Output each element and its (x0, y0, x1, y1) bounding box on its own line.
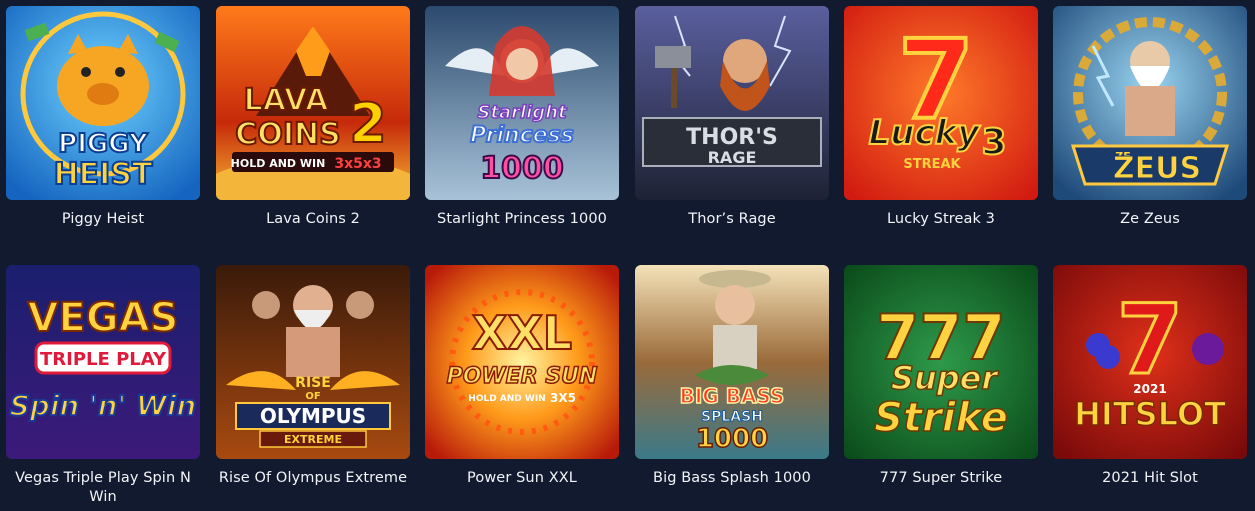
svg-text:OLYMPUS: OLYMPUS (260, 404, 366, 428)
game-title: Power Sun XXL (467, 470, 577, 486)
game-card-piggy-heist[interactable]: PIGGY HEIST Piggy Heist (6, 6, 200, 229)
svg-text:2021: 2021 (1133, 382, 1166, 396)
svg-text:1000: 1000 (480, 151, 564, 186)
svg-text:HEIST: HEIST (54, 157, 153, 192)
svg-text:SPLASH: SPLASH (701, 409, 763, 425)
game-title: Starlight Princess 1000 (437, 211, 607, 227)
svg-text:XXL: XXL (472, 306, 572, 360)
game-title: Thor’s Rage (688, 211, 776, 227)
game-thumbnail[interactable]: LAVA COINS 2 HOLD AND WIN 3x5x3 (216, 6, 410, 200)
svg-text:Super: Super (891, 359, 999, 397)
svg-text:STREAK: STREAK (903, 157, 961, 172)
svg-text:Spin 'n' Win: Spin 'n' Win (10, 389, 197, 422)
svg-text:3X5: 3X5 (550, 391, 576, 405)
game-card-ze-zeus[interactable]: ZE ZEUS Ze Zeus (1053, 6, 1247, 229)
svg-text:1000: 1000 (696, 424, 768, 454)
game-card-777-super-strike[interactable]: 777 Super Strike 777 Super Strike (844, 265, 1038, 488)
svg-text:HOLD AND WIN: HOLD AND WIN (231, 157, 326, 170)
svg-text:Starlight: Starlight (477, 102, 568, 123)
svg-text:PIGGY: PIGGY (58, 129, 149, 159)
svg-text:7: 7 (1117, 284, 1184, 396)
game-title: Big Bass Splash 1000 (653, 470, 811, 486)
svg-text:EXTREME: EXTREME (284, 433, 342, 446)
game-title: 2021 Hit Slot (1102, 470, 1198, 486)
game-thumbnail[interactable]: 777 Super Strike (844, 265, 1038, 459)
game-thumbnail[interactable]: VEGAS TRIPLE PLAY Spin 'n' Win (6, 265, 200, 459)
svg-text:THOR'S: THOR'S (686, 125, 778, 150)
svg-text:2: 2 (349, 92, 387, 155)
game-card-lucky-streak-3[interactable]: 7 Lucky STREAK 3 Lucky Streak 3 (844, 6, 1038, 229)
game-thumbnail[interactable]: Starlight Princess 1000 (425, 6, 619, 200)
game-card-lava-coins-2[interactable]: LAVA COINS 2 HOLD AND WIN 3x5x3 Lava Coi… (216, 6, 410, 229)
game-card-big-bass-splash-1000[interactable]: BIG BASS SPLASH 1000 Big Bass Splash 100… (635, 265, 829, 488)
games-grid: PIGGY HEIST Piggy Heist LAVA COINS 2 HOL… (0, 0, 1255, 511)
svg-text:VEGAS: VEGAS (28, 295, 179, 341)
game-title: Vegas Triple Play Spin N Win (15, 470, 191, 505)
svg-text:RISE: RISE (295, 375, 331, 391)
game-card-2021-hit-slot[interactable]: 7 2021 HITSLOT 2021 Hit Slot (1053, 265, 1247, 488)
game-card-starlight-princess-1000[interactable]: Starlight Princess 1000 Starlight Prince… (425, 6, 619, 229)
svg-text:POWER SUN: POWER SUN (447, 364, 598, 389)
svg-text:LAVA: LAVA (244, 83, 329, 118)
svg-text:ZEUS: ZEUS (1113, 151, 1201, 186)
svg-text:HITSLOT: HITSLOT (1074, 395, 1226, 433)
game-thumbnail[interactable]: ZE ZEUS (1053, 6, 1247, 200)
svg-text:HOLD AND WIN: HOLD AND WIN (468, 394, 545, 404)
game-title: Rise Of Olympus Extreme (218, 470, 408, 486)
game-thumbnail[interactable]: RISE OF OLYMPUS EXTREME (216, 265, 410, 459)
game-card-vegas-triple-play-spin-n-win[interactable]: VEGAS TRIPLE PLAY Spin 'n' Win Vegas Tri… (6, 265, 200, 507)
svg-text:Princess: Princess (470, 123, 574, 148)
game-card-power-sun-xxl[interactable]: XXL POWER SUN HOLD AND WIN 3X5 Power Sun… (425, 265, 619, 488)
svg-text:BIG BASS: BIG BASS (680, 384, 785, 408)
game-card-rise-of-olympus-extreme[interactable]: RISE OF OLYMPUS EXTREME Rise Of Olympus … (216, 265, 410, 488)
game-thumbnail[interactable]: 7 2021 HITSLOT (1053, 265, 1247, 459)
svg-text:COINS: COINS (235, 117, 340, 152)
game-card-thors-rage[interactable]: THOR'S RAGE Thor’s Rage (635, 6, 829, 229)
svg-text:TRIPLE PLAY: TRIPLE PLAY (40, 349, 167, 370)
game-title: Ze Zeus (1120, 211, 1180, 227)
game-title: 777 Super Strike (879, 470, 1003, 486)
svg-text:RAGE: RAGE (708, 148, 757, 167)
game-thumbnail[interactable]: 7 Lucky STREAK 3 (844, 6, 1038, 200)
game-title: Lucky Streak 3 (886, 211, 996, 227)
game-thumbnail[interactable]: BIG BASS SPLASH 1000 (635, 265, 829, 459)
game-title: Piggy Heist (61, 211, 145, 227)
svg-text:Strike: Strike (874, 395, 1008, 441)
game-title: Lava Coins 2 (266, 211, 360, 227)
svg-text:3x5x3: 3x5x3 (334, 156, 381, 172)
svg-text:3: 3 (981, 122, 1006, 163)
game-thumbnail[interactable]: PIGGY HEIST (6, 6, 200, 200)
game-thumbnail[interactable]: THOR'S RAGE (635, 6, 829, 200)
game-thumbnail[interactable]: XXL POWER SUN HOLD AND WIN 3X5 (425, 265, 619, 459)
svg-text:OF: OF (305, 391, 320, 402)
svg-text:Lucky: Lucky (869, 113, 982, 153)
